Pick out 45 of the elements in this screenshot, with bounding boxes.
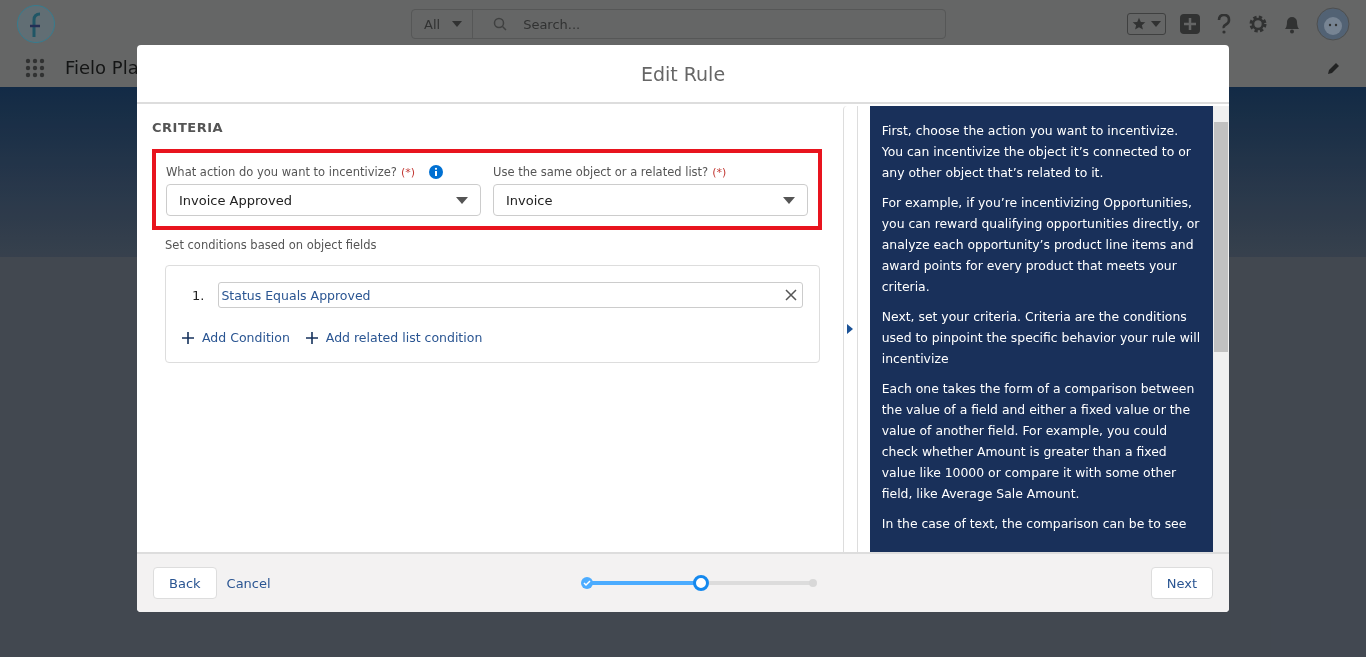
step-dot-icon[interactable] (808, 579, 817, 587)
conditions-hint: Set conditions based on object fields (165, 238, 378, 252)
add-link[interactable]: Add Condition (182, 330, 290, 345)
help-paragraph: Next, set your criteria. Criteria are the conditions used to pinpoint the specific behavior your rule will incentivize (881, 308, 1201, 368)
app-name: Fielo Pla (65, 57, 139, 78)
help-paragraph: Each one takes the form of a comparison between the value of a field and either a fixed value or the value of another field. For example, you could check whether Amount is greater than a fixed value like 10000 or compare it with some other field, like Average Sale Amount. (881, 380, 1196, 503)
field-label: What action do you want to incentivize? (166, 165, 397, 179)
favorites-button[interactable] (1127, 13, 1166, 35)
condition-field[interactable]: Status Equals Approved (218, 282, 803, 308)
add-link[interactable]: Add related list condition (305, 330, 483, 345)
required-mark: (*) (400, 165, 415, 179)
close-icon[interactable] (785, 289, 797, 301)
condition-number: 1. (192, 287, 205, 303)
select-dropdown[interactable]: Invoice Approved (166, 184, 481, 216)
star-icon (1132, 17, 1146, 31)
help-paragraph: First, choose the action you want to incentivize. You can incentivize the object it’s connected to or any other object that’s related to it. (881, 122, 1192, 182)
caret-icon (452, 21, 463, 27)
plus-icon (305, 331, 318, 344)
settings-icon[interactable] (1248, 14, 1268, 34)
select-dropdown[interactable]: Invoice (493, 184, 808, 216)
avatar-icon[interactable] (1316, 7, 1350, 41)
search-icon (493, 17, 508, 31)
pencil-icon[interactable] (1327, 60, 1341, 75)
caret-icon (783, 196, 795, 204)
app-launcher-icon[interactable] (25, 57, 45, 78)
help-paragraph: In the case of text, the comparison can be to see (881, 515, 1188, 533)
vertical-scrollbar[interactable] (1213, 106, 1229, 552)
logo-icon[interactable] (16, 4, 56, 44)
plus-icon (182, 331, 194, 344)
back-button[interactable]: Back (153, 567, 217, 599)
dialog-title: Edit Rule (640, 62, 726, 85)
cancel-link[interactable]: Cancel (226, 575, 271, 591)
required-mark: (*) (712, 165, 727, 179)
field-label: Use the same object or a related list? (493, 165, 709, 179)
current-step-icon[interactable] (692, 575, 709, 591)
collapse-arrow-icon[interactable] (847, 324, 854, 334)
caret-icon (1151, 21, 1161, 27)
help-paragraph: For example, if you’re incentivizing Opportunities, you can reward qualifying opportunities directly, or analyze each opportunity’s product line items and award points for every product that meets your criteria. (881, 194, 1201, 296)
check-step-icon[interactable] (580, 577, 593, 589)
plus-icon[interactable] (1180, 14, 1200, 34)
next-button[interactable]: Next (1150, 567, 1213, 599)
info-icon[interactable] (429, 165, 443, 179)
section-heading: CRITERIA (152, 120, 225, 135)
caret-icon (456, 196, 468, 204)
bell-icon[interactable] (1282, 14, 1302, 34)
